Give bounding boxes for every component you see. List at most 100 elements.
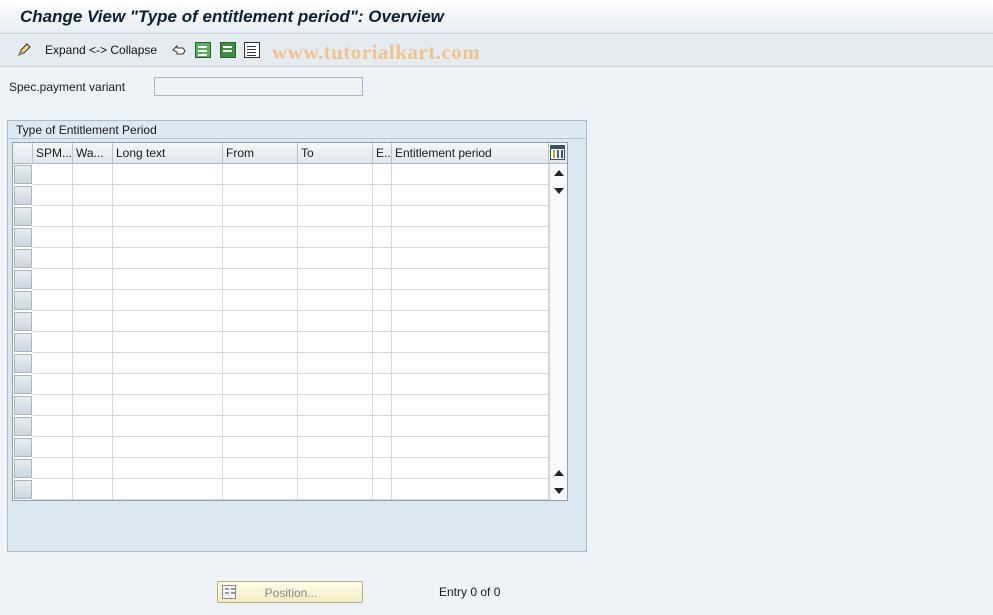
table-cell[interactable] [223,332,298,353]
table-cell[interactable] [113,479,223,500]
table-cell[interactable] [223,290,298,311]
table-cell[interactable] [73,374,113,395]
table-cell[interactable] [298,185,373,206]
table-cell[interactable] [298,206,373,227]
row-selector[interactable] [14,186,32,205]
table-cell[interactable] [223,269,298,290]
column-header-from[interactable]: From [223,143,298,164]
row-selector[interactable] [14,249,32,268]
table-cell[interactable] [223,185,298,206]
select-block-button[interactable] [220,41,236,59]
table-row[interactable] [33,185,549,206]
table-cell[interactable] [33,185,73,206]
table-cell[interactable] [373,269,392,290]
row-selector[interactable] [14,354,32,373]
row-selector[interactable] [14,228,32,247]
table-row[interactable] [33,164,549,185]
table-cell[interactable] [33,269,73,290]
row-selector[interactable] [14,207,32,226]
table-cell[interactable] [298,437,373,458]
table-row[interactable] [33,437,549,458]
row-selector[interactable] [14,270,32,289]
table-cell[interactable] [33,416,73,437]
table-cell[interactable] [113,206,223,227]
row-selector[interactable] [14,375,32,394]
row-selector[interactable] [14,165,32,184]
table-cell[interactable] [392,353,549,374]
table-cell[interactable] [392,416,549,437]
table-cell[interactable] [298,248,373,269]
table-cell[interactable] [33,353,73,374]
table-cell[interactable] [392,479,549,500]
row-selector[interactable] [14,312,32,331]
table-row[interactable] [33,458,549,479]
table-cell[interactable] [33,437,73,458]
table-row[interactable] [33,206,549,227]
table-row[interactable] [33,227,549,248]
deselect-all-button[interactable] [244,41,260,59]
table-cell[interactable] [298,332,373,353]
table-cell[interactable] [298,311,373,332]
row-selector[interactable] [14,438,32,457]
table-cell[interactable] [223,458,298,479]
table-cell[interactable] [298,458,373,479]
table-cell[interactable] [298,479,373,500]
table-row[interactable] [33,290,549,311]
table-cell[interactable] [223,416,298,437]
table-cell[interactable] [73,206,113,227]
column-header-long-text[interactable]: Long text [113,143,223,164]
table-cell[interactable] [33,290,73,311]
table-cell[interactable] [392,269,549,290]
table-cell[interactable] [373,227,392,248]
table-cell[interactable] [73,353,113,374]
table-cell[interactable] [33,227,73,248]
table-cell[interactable] [73,332,113,353]
table-cell[interactable] [298,164,373,185]
table-cell[interactable] [392,164,549,185]
table-cell[interactable] [392,185,549,206]
table-cell[interactable] [33,164,73,185]
table-cell[interactable] [223,206,298,227]
table-cell[interactable] [373,206,392,227]
table-cell[interactable] [33,458,73,479]
table-cell[interactable] [113,311,223,332]
table-cell[interactable] [298,290,373,311]
column-configuration-icon[interactable] [550,145,565,160]
table-cell[interactable] [73,290,113,311]
table-cell[interactable] [223,395,298,416]
table-cell[interactable] [113,353,223,374]
table-cell[interactable] [298,269,373,290]
table-row[interactable] [33,311,549,332]
table-cell[interactable] [73,164,113,185]
table-cell[interactable] [73,395,113,416]
table-cell[interactable] [373,416,392,437]
table-cell[interactable] [373,290,392,311]
table-cell[interactable] [373,311,392,332]
table-cell[interactable] [373,458,392,479]
table-cell[interactable] [373,248,392,269]
table-cell[interactable] [392,311,549,332]
table-cell[interactable] [373,332,392,353]
table-cell[interactable] [33,374,73,395]
row-selector[interactable] [14,417,32,436]
column-header-spm[interactable]: SPM... [33,143,73,164]
table-row[interactable] [33,416,549,437]
table-cell[interactable] [73,458,113,479]
table-cell[interactable] [113,374,223,395]
column-header-wa[interactable]: Wa... [73,143,113,164]
table-cell[interactable] [113,269,223,290]
table-cell[interactable] [113,248,223,269]
table-cell[interactable] [113,227,223,248]
table-cell[interactable] [392,206,549,227]
scroll-up-icon[interactable] [554,170,564,176]
table-cell[interactable] [373,374,392,395]
row-selector[interactable] [14,333,32,352]
table-cell[interactable] [223,311,298,332]
table-cell[interactable] [392,227,549,248]
row-selector[interactable] [14,480,32,499]
table-cell[interactable] [73,248,113,269]
position-button[interactable]: Position... [217,581,363,603]
table-cell[interactable] [113,395,223,416]
table-cell[interactable] [113,416,223,437]
table-cell[interactable] [73,416,113,437]
